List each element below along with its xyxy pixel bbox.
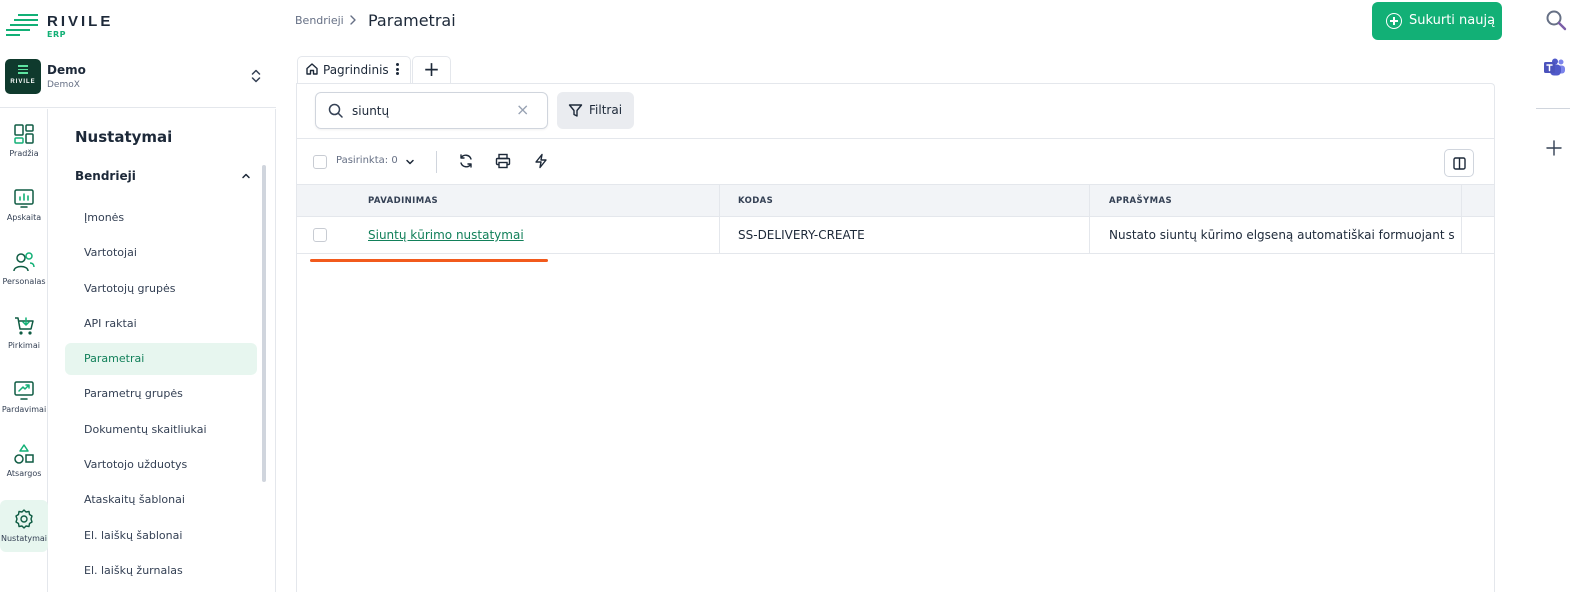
add-tab-button[interactable]: + — [412, 56, 451, 83]
select-all-checkbox[interactable] — [313, 155, 327, 169]
selected-count[interactable]: Pasirinkta: 0 — [336, 155, 398, 166]
cell-description: Nustato siuntų kūrimo elgseną automatišk… — [1109, 228, 1455, 242]
sidenav-item-vartotoju-grupes[interactable]: Vartotojų grupės — [65, 273, 257, 305]
dashboard-icon — [14, 124, 34, 144]
content-panel: × Filtrai Pasirinkta: 0 — [296, 83, 1495, 592]
company-selector[interactable]: RIVILE Demo DemoX — [0, 50, 276, 108]
brand-sub: ERP — [47, 30, 66, 39]
row-checkbox[interactable] — [313, 228, 327, 242]
column-header-name[interactable]: PAVADINIMAS — [368, 185, 438, 217]
rail-item-personalas[interactable]: Personalas — [0, 251, 48, 303]
cell-code: SS-DELIVERY-CREATE — [738, 228, 865, 242]
rail-label: Nustatymai — [0, 534, 48, 543]
cart-icon — [15, 317, 34, 335]
more-vertical-icon[interactable] — [396, 63, 400, 77]
right-toolbar — [1536, 0, 1586, 592]
column-divider — [719, 217, 720, 253]
column-divider[interactable] — [1461, 185, 1462, 217]
search-field[interactable]: × — [315, 92, 548, 129]
tab-pagrindinis[interactable]: Pagrindinis — [297, 56, 411, 83]
sidenav-item-parametrai[interactable]: Parametrai — [65, 343, 257, 375]
cell-name: Siuntų kūrimo nustatymai — [368, 217, 708, 253]
table-header: PAVADINIMAS KODAS APRAŠYMAS — [297, 184, 1494, 217]
sidenav-scrollbar[interactable] — [262, 165, 266, 482]
module-rail: Pradžia Apskaita Personalas Pirkimai Par… — [0, 109, 48, 592]
highlight-underline — [310, 259, 548, 262]
columns-toggle-button[interactable] — [1444, 149, 1474, 177]
settings-sidenav: Nustatymai Bendrieji Įmonės Vartotojai V… — [49, 109, 276, 592]
rail-item-apskaita[interactable]: Apskaita — [0, 187, 48, 239]
filter-label: Filtrai — [589, 103, 623, 117]
rivile-logo-icon — [6, 14, 38, 36]
search-input[interactable] — [352, 102, 512, 120]
sidenav-title: Nustatymai — [75, 128, 173, 146]
rail-item-atsargos[interactable]: Atsargos — [0, 443, 48, 495]
sidenav-item-vartotojo-uzduotys[interactable]: Vartotojo užduotys — [65, 449, 257, 481]
column-header-description[interactable]: APRAŠYMAS — [1109, 185, 1172, 217]
column-divider[interactable] — [719, 185, 720, 217]
company-logo: RIVILE — [5, 59, 41, 94]
clear-search-icon[interactable]: × — [516, 100, 529, 119]
sidenav-item-laisku-sablonai[interactable]: El. laiškų šablonai — [65, 520, 257, 552]
column-divider — [1461, 217, 1462, 253]
rail-item-nustatymai[interactable]: Nustatymai — [0, 500, 48, 552]
teams-icon[interactable] — [1544, 58, 1566, 78]
search-icon — [328, 103, 343, 118]
rail-item-pirkimai[interactable]: Pirkimai — [0, 315, 48, 367]
print-icon[interactable] — [495, 153, 511, 169]
create-new-label: Sukurti naują — [1409, 13, 1496, 28]
sidenav-item-ataskaitu-sablonai[interactable]: Ataskaitų šablonai — [65, 484, 257, 516]
chart-icon — [14, 189, 34, 208]
lightning-icon[interactable] — [533, 153, 549, 169]
rail-label: Personalas — [2, 277, 46, 286]
search-icon[interactable] — [1545, 9, 1567, 31]
column-header-code[interactable]: KODAS — [738, 185, 773, 217]
sidenav-item-laisku-zurnalas[interactable]: El. laiškų žurnalas — [65, 555, 257, 587]
filter-icon — [568, 104, 583, 117]
rail-item-pradzia[interactable]: Pradžia — [0, 123, 48, 175]
gear-icon — [15, 509, 33, 529]
rail-label: Pirkimai — [8, 341, 40, 350]
page-title: Parametrai — [368, 11, 456, 30]
sidenav-group-label: Bendrieji — [75, 169, 136, 183]
sidenav-group-bendrieji[interactable]: Bendrieji — [75, 169, 255, 185]
create-new-button[interactable]: Sukurti naują — [1372, 2, 1502, 40]
chevron-up-icon — [242, 173, 250, 179]
people-icon — [13, 252, 35, 272]
company-code: DemoX — [47, 80, 80, 90]
plus-circle-icon — [1386, 13, 1402, 29]
brand-name: RIVILE — [47, 13, 114, 30]
table-toolbar: Pasirinkta: 0 — [297, 138, 1494, 184]
column-divider — [1089, 217, 1090, 253]
sales-icon — [14, 381, 34, 400]
column-divider[interactable] — [1089, 185, 1090, 217]
sidenav-item-dokumentu-skaitliukai[interactable]: Dokumentų skaitliukai — [65, 414, 257, 446]
breadcrumb-parent[interactable]: Bendrieji — [295, 14, 344, 27]
sidenav-item-vartotojai[interactable]: Vartotojai — [65, 237, 257, 269]
brand-logo[interactable]: RIVILE ERP — [0, 0, 276, 44]
company-name: Demo — [47, 63, 86, 77]
rail-item-pardavimai[interactable]: Pardavimai — [0, 379, 48, 431]
chevron-up-down-icon[interactable] — [249, 68, 263, 84]
sidenav-item-api-raktai[interactable]: API raktai — [65, 308, 257, 340]
plus-icon[interactable] — [1546, 140, 1562, 156]
rail-label: Atsargos — [6, 469, 42, 478]
refresh-icon[interactable] — [458, 153, 474, 169]
home-icon — [306, 63, 318, 75]
row-name-link[interactable]: Siuntų kūrimo nustatymai — [368, 228, 524, 242]
rail-label: Apskaita — [6, 213, 42, 222]
shapes-icon — [14, 444, 34, 464]
chevron-down-icon[interactable] — [405, 157, 415, 167]
table-row[interactable]: Siuntų kūrimo nustatymai SS-DELIVERY-CRE… — [297, 217, 1494, 254]
rail-label: Pardavimai — [1, 405, 47, 414]
columns-icon — [1453, 157, 1466, 170]
divider — [436, 151, 437, 173]
filter-button[interactable]: Filtrai — [557, 92, 634, 129]
rail-label: Pradžia — [9, 149, 39, 158]
chevron-right-icon — [350, 15, 356, 25]
sidenav-item-parametru-grupes[interactable]: Parametrų grupės — [65, 378, 257, 410]
divider — [1536, 108, 1570, 109]
sidenav-item-imones[interactable]: Įmonės — [65, 202, 257, 234]
tab-label: Pagrindinis — [323, 63, 389, 77]
